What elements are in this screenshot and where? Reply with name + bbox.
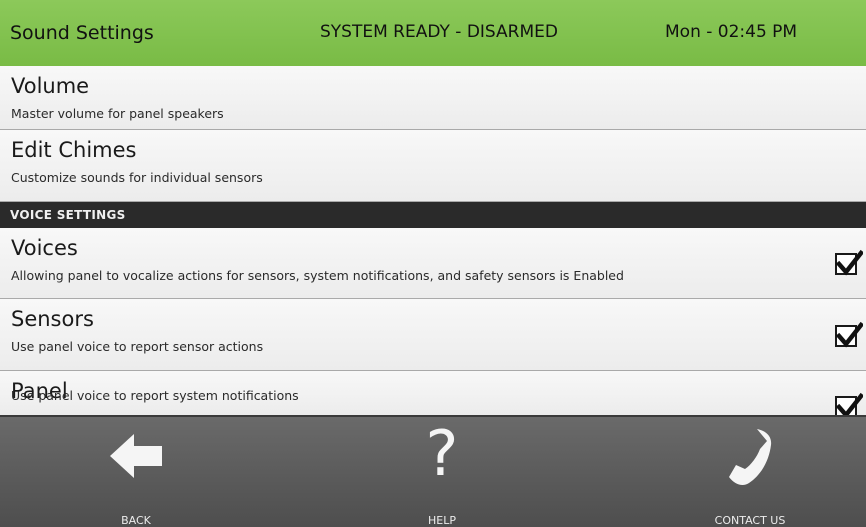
page-title: Sound Settings xyxy=(10,22,154,44)
sensors-title: Sensors xyxy=(11,307,94,331)
check-icon xyxy=(835,321,863,348)
help-label: HELP xyxy=(428,514,456,527)
sensors-row[interactable]: Sensors Use panel voice to report sensor… xyxy=(0,299,866,371)
back-button[interactable]: BACK xyxy=(56,417,216,527)
check-icon xyxy=(835,249,863,276)
phone-icon xyxy=(729,429,772,485)
sensors-subtitle: Use panel voice to report sensor actions xyxy=(11,339,264,354)
voices-row[interactable]: Voices Allowing panel to vocalize action… xyxy=(0,228,866,299)
help-button[interactable]: ? HELP xyxy=(362,417,522,527)
volume-title: Volume xyxy=(11,74,90,98)
header-bar: Sound Settings SYSTEM READY - DISARMED M… xyxy=(0,0,866,66)
voices-title: Voices xyxy=(11,236,78,260)
panel-subtitle: Use panel voice to report system notific… xyxy=(11,388,299,403)
footer-nav: BACK ? HELP CONTACT US xyxy=(0,415,866,527)
edit-chimes-row[interactable]: Edit Chimes Customize sounds for individ… xyxy=(0,130,866,202)
question-mark-icon: ? xyxy=(425,417,459,490)
clock: Mon - 02:45 PM xyxy=(665,22,798,42)
back-label: BACK xyxy=(121,514,151,527)
panel-row[interactable]: Panel Use panel voice to report system n… xyxy=(0,371,866,419)
edit-chimes-subtitle: Customize sounds for individual sensors xyxy=(11,170,263,185)
section-title: VOICE SETTINGS xyxy=(10,208,126,222)
voice-settings-header: VOICE SETTINGS xyxy=(0,202,866,228)
system-status: SYSTEM READY - DISARMED xyxy=(320,22,558,42)
volume-row[interactable]: Volume Master volume for panel speakers xyxy=(0,66,866,130)
voices-subtitle: Allowing panel to vocalize actions for s… xyxy=(11,268,624,283)
contact-us-button[interactable]: CONTACT US xyxy=(670,417,830,527)
arrow-left-icon xyxy=(110,434,162,478)
contact-us-label: CONTACT US xyxy=(714,514,786,527)
volume-subtitle: Master volume for panel speakers xyxy=(11,106,224,121)
voices-checkbox[interactable] xyxy=(835,249,863,276)
sensors-checkbox[interactable] xyxy=(835,321,863,348)
edit-chimes-title: Edit Chimes xyxy=(11,138,137,162)
